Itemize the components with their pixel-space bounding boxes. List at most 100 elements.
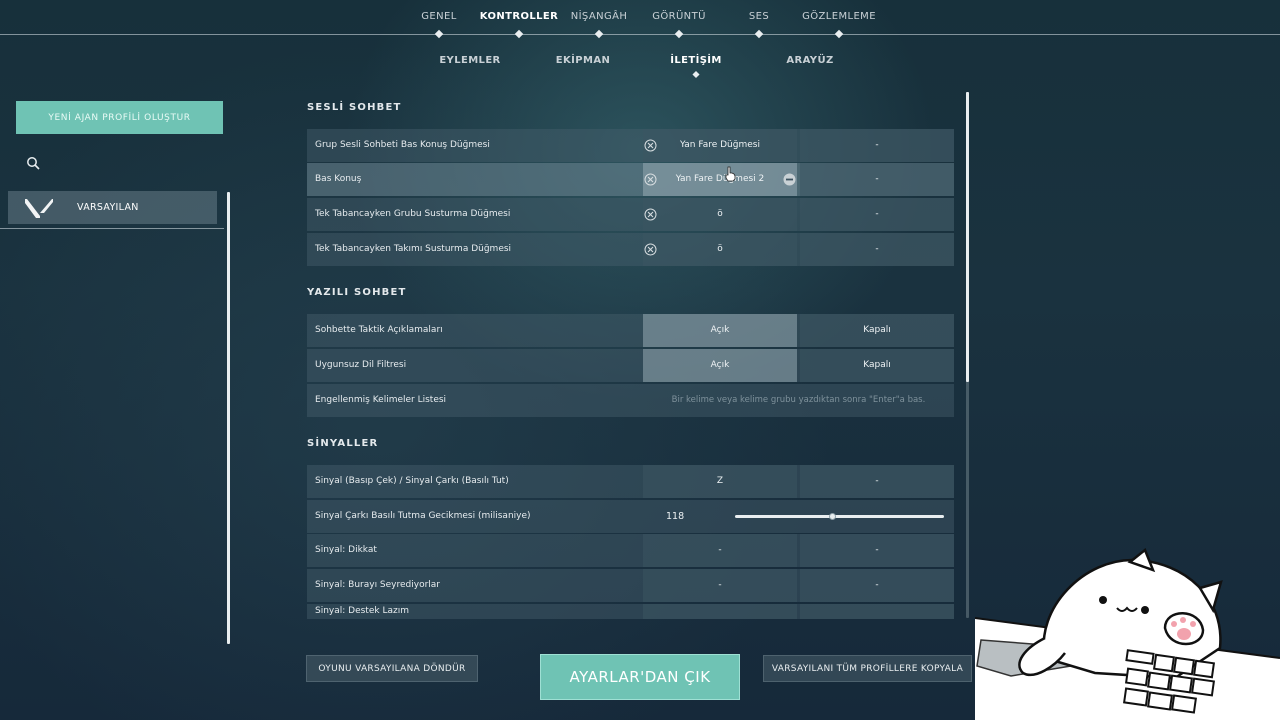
- reset-defaults-button[interactable]: OYUNU VARSAYILANA DÖNDÜR: [306, 655, 478, 682]
- toggle-on-option[interactable]: Açık: [643, 314, 797, 347]
- secondary-key-value: -: [875, 545, 879, 555]
- section-title-pings: SİNYALLER: [307, 438, 379, 449]
- subtab-equipment[interactable]: EKİPMAN: [556, 55, 611, 66]
- tab-controls[interactable]: KONTROLLER: [480, 11, 558, 22]
- toggle-on-label: Açık: [710, 325, 730, 335]
- setting-row-party-voice-ptt: Grup Sesli Sohbeti Bas Konuş Düğmesi Yan…: [307, 129, 954, 162]
- setting-label: Sinyal Çarkı Basılı Tutma Gecikmesi (mil…: [315, 511, 531, 521]
- primary-key-slot[interactable]: -: [643, 534, 797, 567]
- new-agent-profile-button[interactable]: YENİ AJAN PROFİLİ OLUŞTUR: [16, 101, 223, 134]
- secondary-key-slot[interactable]: -: [800, 198, 954, 231]
- primary-key-slot[interactable]: Z: [643, 465, 797, 498]
- bongo-cat-overlay: [975, 548, 1280, 720]
- delay-slider-track[interactable]: [735, 515, 944, 518]
- setting-label: Bas Konuş: [315, 174, 362, 184]
- sidebar-divider: [0, 228, 224, 229]
- primary-key-slot[interactable]: Yan Fare Düğmesi 2: [643, 163, 797, 196]
- search-icon[interactable]: [26, 156, 40, 170]
- toggle-off-label: Kapalı: [863, 325, 891, 335]
- primary-key-slot[interactable]: ö: [643, 198, 797, 231]
- profile-item-default[interactable]: VARSAYILAN: [8, 191, 217, 224]
- secondary-key-value: -: [875, 174, 879, 184]
- profile-label: VARSAYILAN: [77, 202, 139, 213]
- tab-audio[interactable]: SES: [749, 11, 769, 22]
- setting-label: Grup Sesli Sohbeti Bas Konuş Düğmesi: [315, 140, 490, 150]
- subtab-communication[interactable]: İLETİŞİM: [670, 55, 722, 66]
- tab-marker: [434, 29, 444, 39]
- tab-general[interactable]: GENEL: [421, 11, 456, 22]
- tab-marker: [674, 29, 684, 39]
- secondary-key-slot[interactable]: -: [800, 465, 954, 498]
- primary-key-slot[interactable]: [643, 604, 797, 619]
- tab-crosshair[interactable]: NİŞANGÂH: [571, 11, 628, 22]
- setting-row-profanity-filter: Uygunsuz Dil Filtresi Açık Kapalı: [307, 349, 954, 382]
- blocked-words-input[interactable]: Bir kelime veya kelime grubu yazdıktan s…: [643, 384, 954, 417]
- section-title-text-chat: YAZILI SOHBET: [307, 287, 407, 298]
- settings-scrollbar-thumb[interactable]: [966, 92, 969, 382]
- toggle-off-option[interactable]: Kapalı: [800, 314, 954, 347]
- top-nav-divider: [0, 34, 1280, 35]
- hand-cursor-icon: [725, 166, 736, 182]
- setting-label: Tek Tabancayken Grubu Susturma Düğmesi: [315, 209, 511, 219]
- secondary-key-slot[interactable]: [800, 604, 954, 619]
- toggle-on-option[interactable]: Açık: [643, 349, 797, 382]
- delay-slider-thumb[interactable]: [829, 513, 837, 520]
- setting-row-ping-wheel: Sinyal (Basıp Çek) / Sinyal Çarkı (Basıl…: [307, 465, 954, 498]
- setting-row-tactical-descriptions: Sohbette Taktik Açıklamaları Açık Kapalı: [307, 314, 954, 347]
- setting-row-mute-team-solo: Tek Tabancayken Takımı Susturma Düğmesi …: [307, 233, 954, 266]
- setting-label: Sohbette Taktik Açıklamaları: [315, 325, 443, 335]
- clear-binding-icon[interactable]: [644, 243, 657, 256]
- primary-key-value: -: [718, 580, 722, 590]
- tab-marker: [754, 29, 764, 39]
- setting-label: Uygunsuz Dil Filtresi: [315, 360, 407, 370]
- top-nav: GENEL KONTROLLER NİŞANGÂH GÖRÜNTÜ SES GÖ…: [0, 0, 1280, 39]
- clear-binding-icon[interactable]: [644, 208, 657, 221]
- primary-key-slot[interactable]: Yan Fare Düğmesi: [643, 129, 797, 162]
- tab-marker: [514, 29, 524, 39]
- toggle-off-option[interactable]: Kapalı: [800, 349, 954, 382]
- secondary-key-slot[interactable]: -: [800, 534, 954, 567]
- exit-settings-button[interactable]: AYARLAR'DAN ÇIK: [540, 654, 740, 700]
- setting-row-ping-wheel-delay: Sinyal Çarkı Basılı Tutma Gecikmesi (mil…: [307, 500, 954, 533]
- setting-label: Sinyal: Burayı Seyrediyorlar: [315, 580, 441, 590]
- clear-binding-icon[interactable]: [644, 173, 657, 186]
- secondary-key-value: -: [875, 476, 879, 486]
- secondary-key-value: -: [875, 140, 879, 150]
- secondary-key-slot[interactable]: -: [800, 129, 954, 162]
- secondary-key-slot[interactable]: -: [800, 569, 954, 602]
- section-title-voice-chat: SESLİ SOHBET: [307, 102, 402, 113]
- subtab-actions[interactable]: EYLEMLER: [439, 55, 500, 66]
- tab-spectate[interactable]: GÖZLEMLEME: [802, 11, 876, 22]
- remove-binding-icon[interactable]: [783, 173, 796, 186]
- setting-row-ping-watching: Sinyal: Burayı Seyrediyorlar - -: [307, 569, 954, 602]
- setting-row-ping-need-support: Sinyal: Destek Lazım: [307, 604, 954, 619]
- tab-video[interactable]: GÖRÜNTÜ: [652, 11, 706, 22]
- setting-row-ping-alert: Sinyal: Dikkat - -: [307, 534, 954, 567]
- primary-key-value: Z: [716, 476, 724, 486]
- primary-key-value: -: [718, 545, 722, 555]
- subtab-interface[interactable]: ARAYÜZ: [786, 55, 833, 66]
- primary-key-value: Yan Fare Düğmesi 2: [675, 174, 765, 184]
- toggle-off-label: Kapalı: [863, 360, 891, 370]
- tab-marker: [834, 29, 844, 39]
- secondary-key-slot[interactable]: -: [800, 163, 954, 196]
- setting-label: Sinyal (Basıp Çek) / Sinyal Çarkı (Basıl…: [315, 476, 509, 486]
- secondary-key-value: -: [875, 580, 879, 590]
- clear-binding-icon[interactable]: [644, 139, 657, 152]
- setting-label: Tek Tabancayken Takımı Susturma Düğmesi: [315, 244, 512, 254]
- primary-key-slot[interactable]: -: [643, 569, 797, 602]
- setting-row-blocked-words: Engellenmiş Kelimeler Listesi Bir kelime…: [307, 384, 954, 417]
- slider-value[interactable]: 118: [666, 500, 684, 533]
- copy-to-all-profiles-button[interactable]: VARSAYILANI TÜM PROFİLLERE KOPYALA: [763, 655, 972, 682]
- setting-label: Sinyal: Destek Lazım: [315, 606, 409, 616]
- primary-key-slot[interactable]: ö: [643, 233, 797, 266]
- primary-key-value: ö: [717, 209, 723, 219]
- setting-row-mute-party-solo: Tek Tabancayken Grubu Susturma Düğmesi ö…: [307, 198, 954, 231]
- primary-key-value: ö: [717, 244, 723, 254]
- setting-row-push-to-talk: Bas Konuş Yan Fare Düğmesi 2 -: [307, 163, 954, 196]
- primary-key-value: Yan Fare Düğmesi: [680, 140, 760, 150]
- tab-marker: [594, 29, 604, 39]
- sidebar-scrollbar[interactable]: [227, 192, 230, 644]
- secondary-key-slot[interactable]: -: [800, 233, 954, 266]
- subtab-active-marker: [692, 70, 700, 79]
